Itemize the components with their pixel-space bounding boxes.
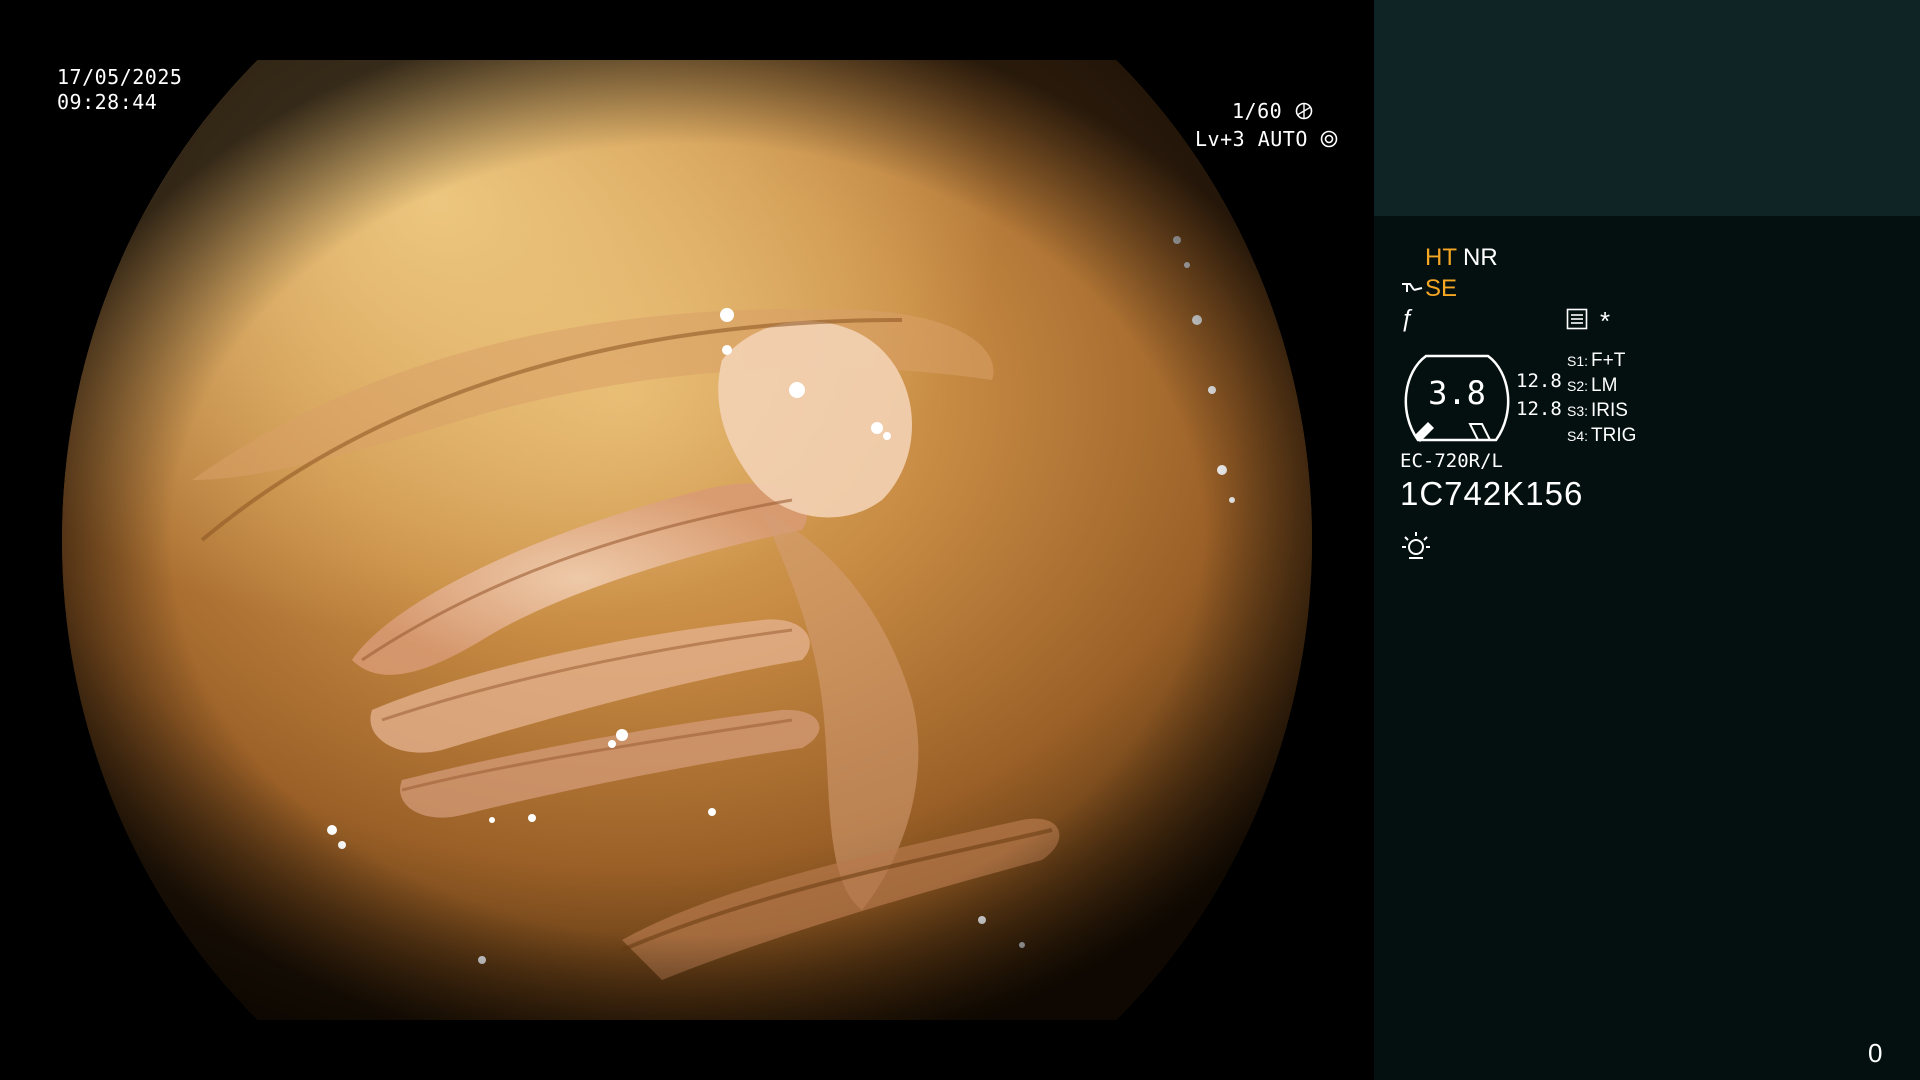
ht-indicator: HT [1425,244,1457,271]
se-probe-icon [1402,283,1423,292]
switch-value: TRIG [1591,425,1637,446]
scope-model: EC-720R/L [1400,450,1503,472]
star-indicator: * [1600,306,1611,336]
endoscope-video-area: 17/05/2025 09:28:44 1/60 Lv+3 AUTO [0,0,1374,1080]
gauge-value: 3.8 [1428,374,1486,412]
switch-key: S3: [1567,403,1589,419]
time-readout: 09:28:44 [57,90,158,114]
enhance-f-icon: ƒ [1400,305,1414,332]
auto-mode-label: AUTO [1257,127,1308,151]
switch-row-s2: S2: LM [1567,375,1617,397]
image-counter: 0 [1868,1038,1883,1068]
shutter-speed: 1/60 [1232,99,1283,123]
switch-row-s1: S1: F+T [1567,350,1625,372]
switch-key: S1: [1567,353,1589,369]
value-readout-1: 12.8 [1516,370,1562,392]
light-icon [1402,532,1430,559]
switch-value: LM [1591,375,1618,396]
switch-key: S2: [1567,378,1589,394]
switch-row-s4: S4: TRIG [1567,425,1636,447]
menu-icon [1566,308,1588,330]
switch-key: S4: [1567,428,1589,444]
se-indicator: SE [1425,275,1458,302]
scope-serial: 1C742K156 [1400,475,1584,512]
shutter-readout: 1/60 [1232,98,1313,124]
panel-thumbnail-area [1374,0,1920,216]
auto-iris-icon [1321,130,1338,148]
switch-value: F+T [1591,350,1626,371]
info-panel [1374,216,1920,1080]
shutter-icon [1295,102,1313,120]
value-readout-2: 12.8 [1516,398,1562,420]
endoscope-image [62,60,1312,1020]
date-readout: 17/05/2025 [57,65,183,89]
level-value: Lv+3 [1195,127,1246,151]
level-readout: Lv+3 AUTO [1195,126,1338,152]
nr-indicator: NR [1463,244,1498,271]
switch-row-s3: S3: IRIS [1567,400,1628,422]
switch-value: IRIS [1591,400,1628,421]
